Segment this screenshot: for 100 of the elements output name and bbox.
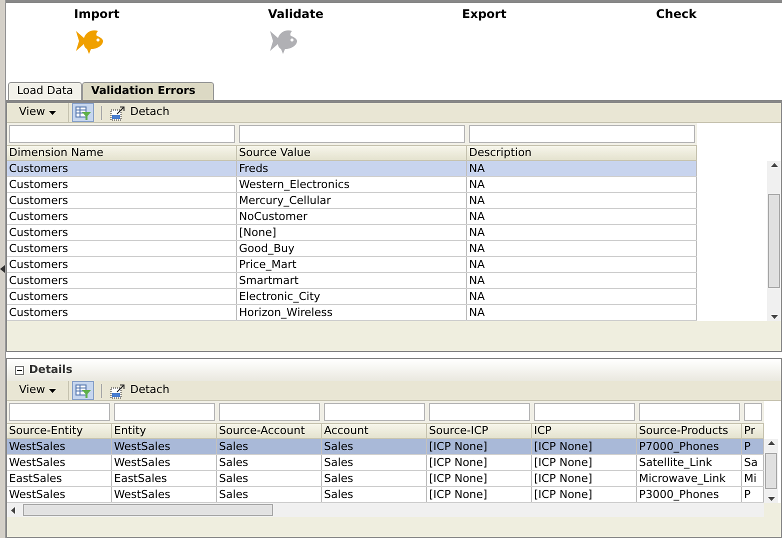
table-cell: Horizon_Wireless: [237, 305, 467, 320]
table-cell: Sales: [322, 439, 427, 454]
table-cell: Sales: [217, 487, 322, 502]
scroll-up-icon[interactable]: [768, 441, 774, 445]
collapse-toggle[interactable]: [15, 366, 24, 374]
table-cell: Customers: [7, 305, 237, 320]
view-menu-button[interactable]: View: [7, 103, 70, 122]
table-cell: P7000_Phones: [637, 439, 742, 454]
table-cell: [None]: [237, 225, 467, 240]
table-cell: NA: [467, 257, 697, 272]
table-cell: Customers: [7, 273, 237, 288]
table-cell: [ICP None]: [532, 487, 637, 502]
caret-icon: [49, 110, 56, 114]
filter-toggle-button[interactable]: [72, 103, 94, 122]
view-menu-button[interactable]: View: [7, 381, 70, 400]
tab[interactable]: Validation Errors: [82, 82, 214, 100]
table-cell: Electronic_City: [237, 289, 467, 304]
detach-button[interactable]: Detach: [106, 103, 174, 122]
scroll-thumb[interactable]: [768, 194, 780, 288]
filter-field[interactable]: [324, 403, 425, 421]
table-cell: Sales: [217, 455, 322, 470]
scroll-up-icon[interactable]: [770, 163, 778, 167]
column-header[interactable]: Dimension Name: [7, 146, 237, 160]
table-row[interactable]: Customers Freds NA: [7, 161, 697, 177]
filter-field[interactable]: [9, 403, 110, 421]
table-cell: Customers: [7, 193, 237, 208]
filter-icon: [75, 384, 92, 398]
table-row[interactable]: Customers [None] NA: [7, 225, 697, 241]
filter-field[interactable]: [9, 125, 235, 143]
column-header[interactable]: Source Value: [237, 146, 467, 160]
table-cell: Mercury_Cellular: [237, 193, 467, 208]
table-cell: NA: [467, 273, 697, 288]
table-cell: [ICP None]: [532, 439, 637, 454]
table-cell: WestSales: [7, 455, 112, 470]
table-cell: WestSales: [112, 439, 217, 454]
table-row[interactable]: WestSales WestSales Sales Sales [ICP None] [ICP None] P3000_Phones P: [7, 487, 764, 503]
table-row[interactable]: Customers Horizon_Wireless NA: [7, 305, 697, 321]
tab[interactable]: Load Data: [8, 82, 82, 100]
horizontal-scrollbar[interactable]: [7, 503, 764, 517]
step-label: Validate: [268, 6, 324, 23]
table-cell: Satellite_Link: [637, 455, 742, 470]
section-title: Details: [29, 362, 72, 378]
filter-field[interactable]: [534, 403, 635, 421]
table-row[interactable]: Customers Good_Buy NA: [7, 241, 697, 257]
table-row[interactable]: Customers Smartmart NA: [7, 273, 697, 289]
table-cell: [ICP None]: [427, 487, 532, 502]
table-row[interactable]: WestSales WestSales Sales Sales [ICP None] [ICP None] P7000_Phones P: [7, 439, 764, 455]
filter-field[interactable]: [219, 403, 320, 421]
vertical-scrollbar[interactable]: [767, 161, 781, 321]
scroll-thumb[interactable]: [23, 504, 273, 516]
column-header[interactable]: ICP: [532, 424, 637, 438]
table-cell: Freds: [237, 161, 467, 176]
filter-field[interactable]: [239, 125, 465, 143]
column-header[interactable]: Source-ICP: [427, 424, 532, 438]
column-header[interactable]: Source-Entity: [7, 424, 112, 438]
table-row[interactable]: Customers Electronic_City NA: [7, 289, 697, 305]
scroll-thumb[interactable]: [765, 453, 777, 489]
table-cell: Price_Mart: [237, 257, 467, 272]
table-row[interactable]: Customers Price_Mart NA: [7, 257, 697, 273]
table-cell: NA: [467, 177, 697, 192]
column-header[interactable]: Source-Account: [217, 424, 322, 438]
table-cell: EastSales: [7, 471, 112, 486]
table-cell: Sales: [217, 471, 322, 486]
table-cell: [ICP None]: [427, 439, 532, 454]
table-cell: Customers: [7, 209, 237, 224]
table-cell: WestSales: [7, 487, 112, 502]
detach-button[interactable]: Detach: [106, 381, 174, 400]
column-header[interactable]: Entity: [112, 424, 217, 438]
scroll-left-icon[interactable]: [11, 506, 15, 514]
step-label: Check: [656, 6, 697, 23]
filter-toggle-button[interactable]: [72, 381, 94, 400]
filter-field[interactable]: [469, 125, 695, 143]
table-cell: NA: [467, 305, 697, 320]
table-cell: Customers: [7, 225, 237, 240]
table-cell: NA: [467, 225, 697, 240]
table-cell: Customers: [7, 289, 237, 304]
filter-field[interactable]: [639, 403, 740, 421]
table-row[interactable]: EastSales EastSales Sales Sales [ICP None] [ICP None] Microwave_Link Mi: [7, 471, 764, 487]
scroll-down-icon[interactable]: [768, 497, 774, 501]
vertical-scrollbar[interactable]: [764, 439, 778, 503]
table-cell: NoCustomer: [237, 209, 467, 224]
table-cell: Microwave_Link: [637, 471, 742, 486]
column-header[interactable]: Source-Products: [637, 424, 742, 438]
filter-field[interactable]: [429, 403, 530, 421]
table-cell: EastSales: [112, 471, 217, 486]
table-cell: Sales: [217, 439, 322, 454]
table-cell: [ICP None]: [427, 471, 532, 486]
table-row[interactable]: Customers Western_Electronics NA: [7, 177, 697, 193]
column-header[interactable]: Pr: [742, 424, 764, 438]
column-header[interactable]: Description: [467, 146, 697, 160]
step-label: Import: [74, 6, 120, 23]
table-row[interactable]: Customers Mercury_Cellular NA: [7, 193, 697, 209]
filter-field[interactable]: [114, 403, 215, 421]
scroll-down-icon[interactable]: [770, 315, 778, 319]
filter-field[interactable]: [744, 403, 762, 421]
table-cell: Customers: [7, 177, 237, 192]
table-row[interactable]: Customers NoCustomer NA: [7, 209, 697, 225]
column-header[interactable]: Account: [322, 424, 427, 438]
table-row[interactable]: WestSales WestSales Sales Sales [ICP None] [ICP None] Satellite_Link Sa: [7, 455, 764, 471]
collapse-arrow-icon[interactable]: [0, 265, 5, 273]
